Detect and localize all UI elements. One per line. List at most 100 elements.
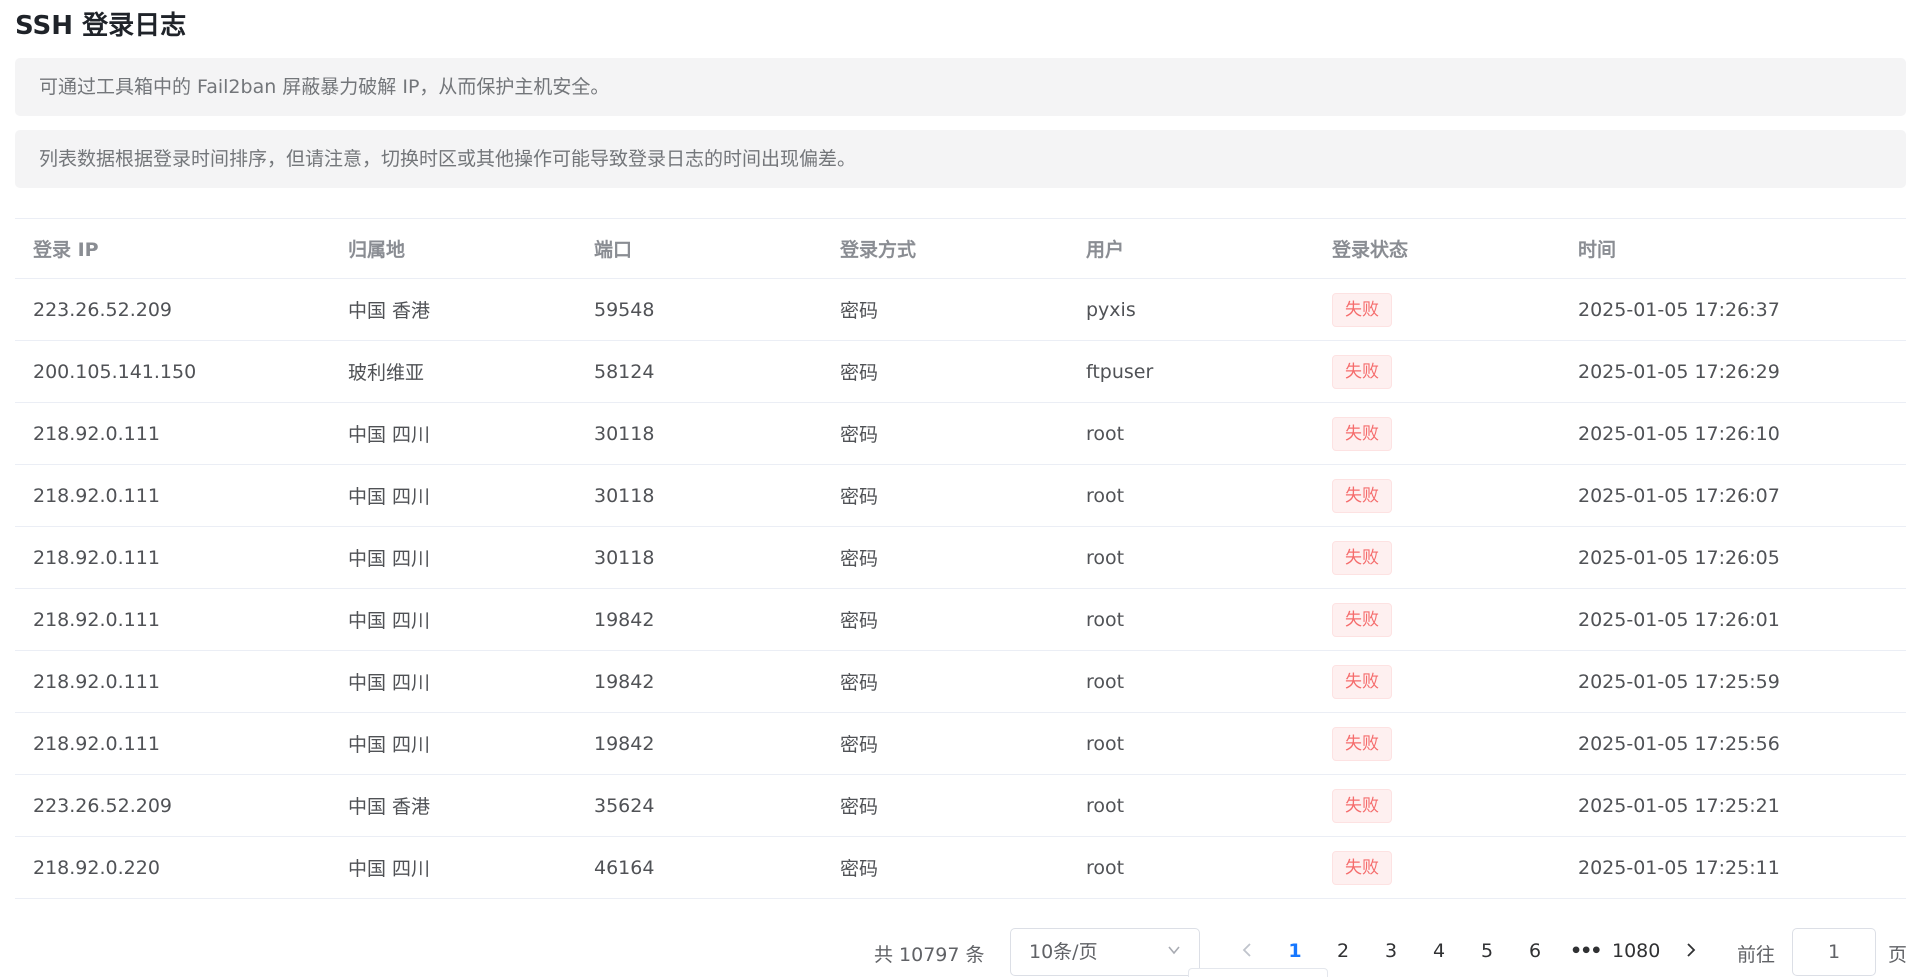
next-page-button[interactable] xyxy=(1680,940,1702,965)
column-header-user[interactable]: 用户 xyxy=(1086,235,1332,262)
cell-port: 59548 xyxy=(594,298,655,321)
table-row: 223.26.52.209 中国 香港 59548 密码 pyxis 失败 2025-01-… xyxy=(15,279,1906,341)
chevron-left-icon xyxy=(1242,943,1251,957)
page-button-4[interactable]: 4 xyxy=(1428,940,1450,962)
table-row: 218.92.0.111 中国 四川 30118 密码 root 失败 2025-01-05… xyxy=(15,403,1906,465)
status-badge: 失败 xyxy=(1332,726,1392,761)
cell-status: 失败 xyxy=(1332,416,1578,451)
page-button-2[interactable]: 2 xyxy=(1332,940,1354,962)
table-row: 218.92.0.111 中国 四川 30118 密码 root 失败 2025-01-05… xyxy=(15,465,1906,527)
cell-location: 玻利维亚 xyxy=(348,362,425,384)
page-button-3[interactable]: 3 xyxy=(1380,940,1402,962)
table-row: 218.92.0.220 中国 四川 46164 密码 root 失败 2025-01-05… xyxy=(15,837,1906,899)
cell-time: 2025-01-05 17:26:07 xyxy=(1578,484,1780,507)
column-header-time[interactable]: 时间 xyxy=(1578,235,1906,262)
column-header-method[interactable]: 登录方式 xyxy=(840,235,1086,262)
cell-method: 密码 xyxy=(840,486,879,508)
info-alert-fail2ban: 可通过工具箱中的 Fail2ban 屏蔽暴力破解 IP，从而保护主机安全。 xyxy=(15,58,1906,116)
info-alert-timezone: 列表数据根据登录时间排序，但请注意，切换时区或其他操作可能导致登录日志的时间出现… xyxy=(15,130,1906,188)
column-header-ip[interactable]: 登录 IP xyxy=(15,235,348,262)
status-badge: 失败 xyxy=(1332,602,1392,637)
page-title: SSH 登录日志 xyxy=(15,11,187,41)
page-size-value: 10条/页 xyxy=(1029,941,1098,963)
more-pages-ellipsis[interactable]: ••• xyxy=(1570,940,1602,962)
cell-location: 中国 四川 xyxy=(348,486,431,508)
cell-user: root xyxy=(1086,546,1125,569)
column-header-status[interactable]: 登录状态 xyxy=(1332,235,1578,262)
cell-port: 58124 xyxy=(594,360,655,383)
cell-time: 2025-01-05 17:25:56 xyxy=(1578,732,1780,755)
chevron-down-icon xyxy=(1168,946,1180,955)
table-row: 218.92.0.111 中国 四川 19842 密码 root 失败 2025-01-05… xyxy=(15,589,1906,651)
cell-port: 35624 xyxy=(594,794,655,817)
status-badge: 失败 xyxy=(1332,416,1392,451)
cell-status: 失败 xyxy=(1332,602,1578,637)
goto-label: 前往 xyxy=(1737,944,1776,966)
cell-ip: 223.26.52.209 xyxy=(33,298,173,321)
page-button-5[interactable]: 5 xyxy=(1476,940,1498,962)
cell-status: 失败 xyxy=(1332,850,1578,885)
cell-time: 2025-01-05 17:25:11 xyxy=(1578,856,1780,879)
status-badge: 失败 xyxy=(1332,850,1392,885)
cell-user: root xyxy=(1086,794,1125,817)
cell-port: 46164 xyxy=(594,856,655,879)
cell-location: 中国 四川 xyxy=(348,734,431,756)
table-row: 218.92.0.111 中国 四川 30118 密码 root 失败 2025-01-05… xyxy=(15,527,1906,589)
cell-ip: 218.92.0.111 xyxy=(33,670,160,693)
cell-ip: 218.92.0.111 xyxy=(33,422,160,445)
cell-status: 失败 xyxy=(1332,354,1578,389)
cell-ip: 223.26.52.209 xyxy=(33,794,173,817)
table-row: 218.92.0.111 中国 四川 19842 密码 root 失败 2025-01-05… xyxy=(15,713,1906,775)
cell-user: root xyxy=(1086,484,1125,507)
table-row: 223.26.52.209 中国 香港 35624 密码 root 失败 2025-01-0… xyxy=(15,775,1906,837)
page-button-1[interactable]: 1 xyxy=(1284,940,1306,962)
cell-time: 2025-01-05 17:26:01 xyxy=(1578,608,1780,631)
cell-user: root xyxy=(1086,422,1125,445)
cell-user: ftpuser xyxy=(1086,360,1154,383)
cell-method: 密码 xyxy=(840,610,879,632)
cell-time: 2025-01-05 17:26:05 xyxy=(1578,546,1780,569)
cell-location: 中国 四川 xyxy=(348,424,431,446)
page-size-dropdown-edge xyxy=(1188,968,1328,977)
cell-time: 2025-01-05 17:26:29 xyxy=(1578,360,1780,383)
cell-status: 失败 xyxy=(1332,540,1578,575)
column-header-location[interactable]: 归属地 xyxy=(348,235,594,262)
column-header-port[interactable]: 端口 xyxy=(594,235,840,262)
cell-ip: 218.92.0.111 xyxy=(33,732,160,755)
table-body: 223.26.52.209 中国 香港 59548 密码 pyxis 失败 2025-01-… xyxy=(15,279,1906,899)
cell-time: 2025-01-05 17:26:37 xyxy=(1578,298,1780,321)
cell-status: 失败 xyxy=(1332,726,1578,761)
table-row: 200.105.141.150 玻利维亚 58124 密码 ftpuser 失败 2025-… xyxy=(15,341,1906,403)
table-header: 登录 IP 归属地 端口 登录方式 用户 登录状态 时间 xyxy=(15,219,1906,279)
cell-user: root xyxy=(1086,856,1125,879)
cell-location: 中国 香港 xyxy=(348,300,431,322)
cell-method: 密码 xyxy=(840,362,879,384)
cell-port: 19842 xyxy=(594,670,655,693)
page-button-last[interactable]: 1080 xyxy=(1612,940,1660,962)
cell-location: 中国 四川 xyxy=(348,858,431,880)
ssh-login-log-page: SSH 登录日志 可通过工具箱中的 Fail2ban 屏蔽暴力破解 IP，从而保… xyxy=(0,0,1920,977)
cell-method: 密码 xyxy=(840,672,879,694)
cell-method: 密码 xyxy=(840,424,879,446)
goto-page-input[interactable]: 1 xyxy=(1792,928,1876,976)
status-badge: 失败 xyxy=(1332,540,1392,575)
cell-method: 密码 xyxy=(840,734,879,756)
cell-location: 中国 四川 xyxy=(348,610,431,632)
cell-port: 19842 xyxy=(594,608,655,631)
cell-status: 失败 xyxy=(1332,478,1578,513)
cell-port: 30118 xyxy=(594,484,655,507)
page-size-select[interactable]: 10条/页 xyxy=(1010,928,1200,976)
cell-status: 失败 xyxy=(1332,788,1578,823)
pagination: 共 10797 条 10条/页 1 2 3 4 5 6 ••• 1080 前往 … xyxy=(0,928,1920,977)
status-badge: 失败 xyxy=(1332,788,1392,823)
cell-ip: 218.92.0.111 xyxy=(33,546,160,569)
total-count: 共 10797 条 xyxy=(874,944,985,966)
cell-status: 失败 xyxy=(1332,664,1578,699)
cell-method: 密码 xyxy=(840,858,879,880)
status-badge: 失败 xyxy=(1332,354,1392,389)
status-badge: 失败 xyxy=(1332,292,1392,327)
cell-location: 中国 四川 xyxy=(348,672,431,694)
prev-page-button[interactable] xyxy=(1236,940,1258,965)
page-button-6[interactable]: 6 xyxy=(1524,940,1546,962)
cell-port: 19842 xyxy=(594,732,655,755)
